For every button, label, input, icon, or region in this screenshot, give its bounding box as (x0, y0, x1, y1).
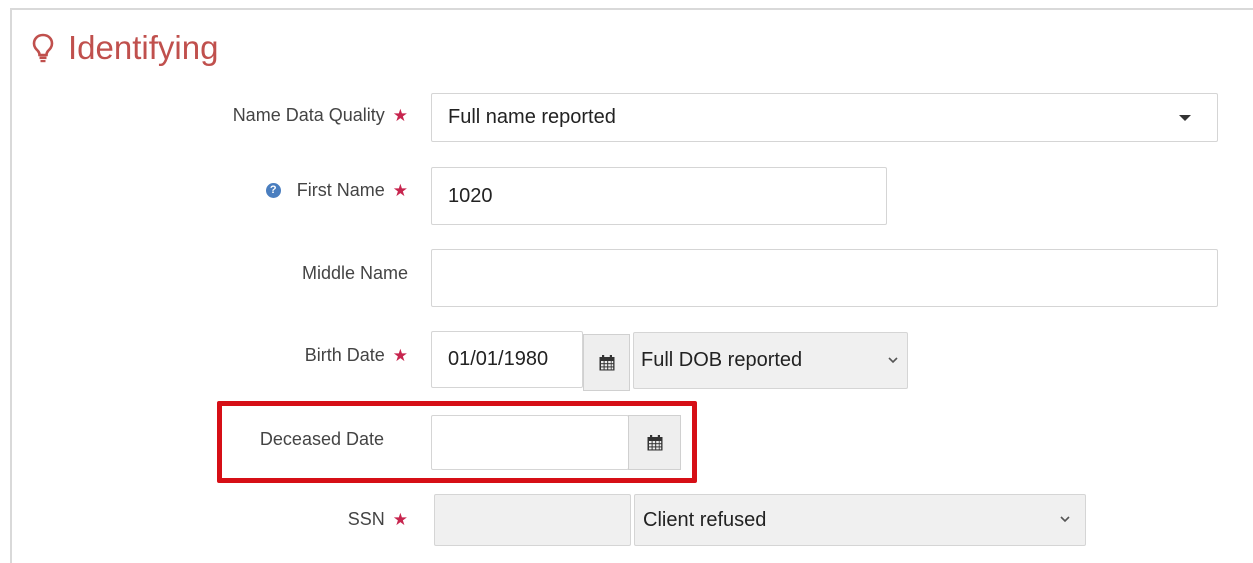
ssn-label: SSN ★ (347, 509, 408, 529)
middle-name-input[interactable] (431, 249, 1218, 307)
birth-date-calendar-button[interactable] (583, 334, 630, 391)
first-name-input[interactable]: 1020 (431, 167, 887, 225)
caret-down-icon (1179, 114, 1191, 121)
dob-quality-select[interactable]: Full DOB reported (633, 332, 908, 389)
name-quality-label: Name Data Quality ★ (232, 105, 408, 125)
required-star: ★ (392, 105, 408, 125)
name-quality-select[interactable]: Full name reported (431, 93, 1218, 142)
required-star: ★ (392, 345, 408, 365)
help-icon[interactable]: ? (265, 183, 281, 198)
first-name-label: ? First Name ★ (265, 180, 408, 201)
deceased-date-calendar-button[interactable] (628, 415, 681, 470)
deceased-date-input[interactable] (431, 415, 629, 470)
ssn-input[interactable] (434, 494, 631, 546)
section-title: Identifying (68, 29, 219, 66)
deceased-date-label: Deceased Date (259, 429, 384, 449)
ssn-quality-select[interactable]: Client refused (634, 494, 1086, 546)
birth-date-label: Birth Date ★ (304, 345, 408, 365)
chevron-down-icon (1060, 516, 1070, 523)
required-star: ★ (392, 509, 408, 529)
birth-date-input[interactable]: 01/01/1980 (431, 331, 583, 388)
required-star: ★ (392, 180, 408, 200)
middle-name-label: Middle Name (301, 263, 408, 283)
chevron-down-icon (888, 356, 898, 363)
calendar-icon (647, 434, 662, 450)
calendar-icon (599, 354, 614, 370)
lightbulb-icon (32, 33, 54, 63)
section-heading: Identifying (32, 28, 218, 68)
